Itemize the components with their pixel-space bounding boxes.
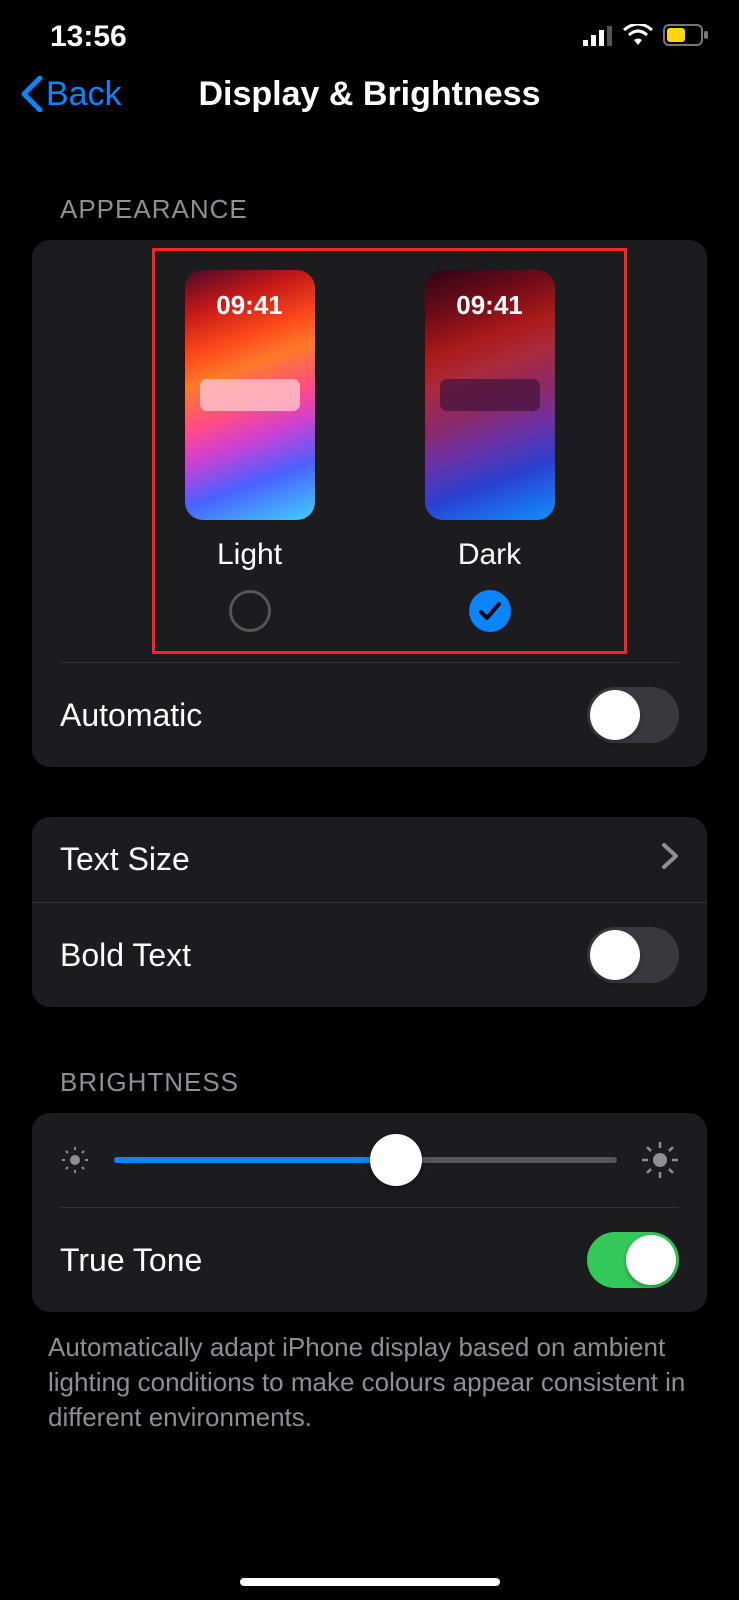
battery-icon [663,20,709,54]
chevron-right-icon [661,841,679,878]
automatic-toggle[interactable] [587,687,679,743]
dark-radio[interactable] [469,590,511,632]
appearance-chooser: 09:41 Light 09:41 Dark [32,240,707,662]
cellular-icon [583,20,613,54]
sun-max-icon [641,1141,679,1179]
appearance-header: APPEARANCE [0,134,739,240]
status-time: 13:56 [50,20,127,54]
automatic-label: Automatic [60,697,202,734]
light-preview-widget [200,379,300,411]
true-tone-row: True Tone [32,1208,707,1312]
text-size-label: Text Size [60,841,190,878]
light-preview-time: 09:41 [216,290,283,321]
dark-preview-widget [440,339,540,371]
back-button[interactable]: Back [20,75,122,114]
bold-text-label: Bold Text [60,937,191,974]
light-preview-thumbnail: 09:41 [185,270,315,520]
brightness-slider-row [32,1113,707,1207]
bold-text-toggle[interactable] [587,927,679,983]
dark-preview-thumbnail: 09:41 [425,270,555,520]
brightness-group: True Tone [32,1113,707,1312]
text-size-row[interactable]: Text Size [32,817,707,902]
brightness-slider[interactable] [114,1157,617,1163]
text-group: Text Size Bold Text [32,817,707,1007]
automatic-row: Automatic [32,663,707,767]
appearance-group: 09:41 Light 09:41 Dark Automatic [32,240,707,767]
true-tone-toggle[interactable] [587,1232,679,1288]
true-tone-footer: Automatically adapt iPhone display based… [0,1312,739,1435]
appearance-option-light[interactable]: 09:41 Light [185,270,315,632]
back-label: Back [46,75,122,114]
status-bar: 13:56 [0,0,739,64]
brightness-header: BRIGHTNESS [0,1007,739,1113]
dark-preview-time: 09:41 [456,290,523,321]
bold-text-row: Bold Text [32,902,707,1007]
light-preview-widget [200,339,300,371]
true-tone-label: True Tone [60,1242,202,1279]
appearance-option-dark[interactable]: 09:41 Dark [425,270,555,632]
wifi-icon [623,20,653,54]
check-icon [477,598,503,624]
dark-preview-widget [440,379,540,411]
light-radio[interactable] [229,590,271,632]
dark-label: Dark [458,538,521,572]
home-indicator[interactable] [240,1578,500,1586]
light-label: Light [217,538,282,572]
nav-bar: Back Display & Brightness [0,64,739,134]
sun-min-icon [60,1145,90,1175]
status-indicators [583,20,709,54]
